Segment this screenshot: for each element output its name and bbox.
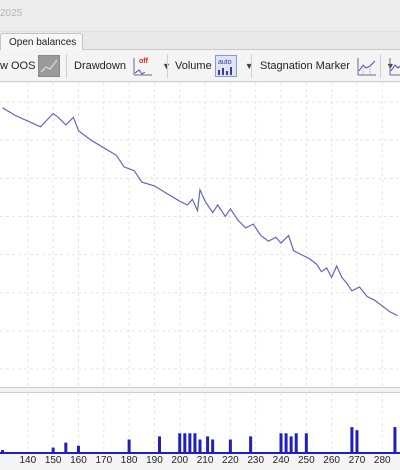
x-tick-label: 200 [171,455,189,466]
drawdown-dropdown[interactable]: Drawdown off ▼ [74,50,171,82]
volume-bar [284,433,288,455]
toolbar-separator [251,54,252,78]
volume-bar [304,433,308,455]
volume-bar [188,433,192,455]
volume-bar [157,436,161,455]
show-oos-label: w OOS [0,60,36,72]
x-tick-label: 190 [146,455,163,466]
x-tick-label: 250 [297,455,315,466]
x-tick-label: 140 [19,455,37,466]
volume-bar [228,439,232,455]
volume-bar [393,427,397,455]
x-tick-label: 180 [120,455,138,466]
drawdown-chart-icon: off [132,55,154,77]
x-tick-label: 230 [247,455,265,466]
x-tick-label: 240 [272,455,290,466]
drawdown-label: Drawdown [74,60,126,72]
x-tick-label: 220 [222,455,239,466]
volume-bar [355,430,359,455]
x-axis: 140 150 160 170 180 190 200 210 220 230 240 250 260 2… [0,454,400,470]
volume-bar [178,433,182,455]
volume-bar [350,427,354,455]
volume-bar [294,433,298,455]
volume-bar [206,436,210,455]
chart-icon [388,55,400,77]
show-oos-toggle[interactable]: w OOS [0,50,61,82]
volume-chart-icon: auto [214,55,237,77]
volume-bar [198,439,202,455]
equity-line [2,107,398,317]
volume-icon-text: auto [218,59,232,66]
drawdown-icon-text: off [139,58,149,65]
volume-bar [193,433,197,455]
window-title-strip: 2025 [0,0,400,32]
x-tick-label: 280 [373,455,391,466]
toolbar-separator [380,54,381,78]
volume-bar [127,439,131,455]
chart-toolbar: w OOS Drawdown off ▼ Volume auto [0,50,400,82]
toolbar-separator [167,54,168,78]
volume-chart[interactable] [0,392,400,455]
volume-bar [249,436,253,455]
x-tick-label: 150 [44,455,62,466]
tab-open-balances[interactable]: Open balances [0,33,84,51]
stagnation-chart-icon [356,55,378,77]
window-title-fragment: 2025 [0,8,23,19]
volume-bar [211,439,215,455]
stagnation-marker-dropdown[interactable]: Stagnation Marker ▼ [260,50,395,82]
toolbar-separator [66,54,67,78]
chevron-down-icon[interactable]: ▼ [245,61,254,71]
tab-bar: Open balances [0,32,400,51]
volume-bar [183,433,187,455]
x-tick-label: 260 [323,455,340,466]
x-tick-label: 210 [196,455,214,466]
volume-label: Volume [175,60,212,72]
volume-bar [289,436,293,455]
x-tick-label: 160 [70,455,87,466]
x-tick-label: 270 [348,455,366,466]
volume-chart-svg [0,393,400,455]
equity-chart[interactable] [0,83,400,388]
toolbar-overflow-item[interactable] [388,50,400,82]
oos-chart-icon [37,54,61,78]
stagnation-label: Stagnation Marker [260,60,350,72]
volume-dropdown[interactable]: Volume auto ▼ [175,50,254,82]
volume-bar [279,433,283,455]
equity-chart-svg [0,83,400,388]
x-tick-label: 170 [95,455,113,466]
